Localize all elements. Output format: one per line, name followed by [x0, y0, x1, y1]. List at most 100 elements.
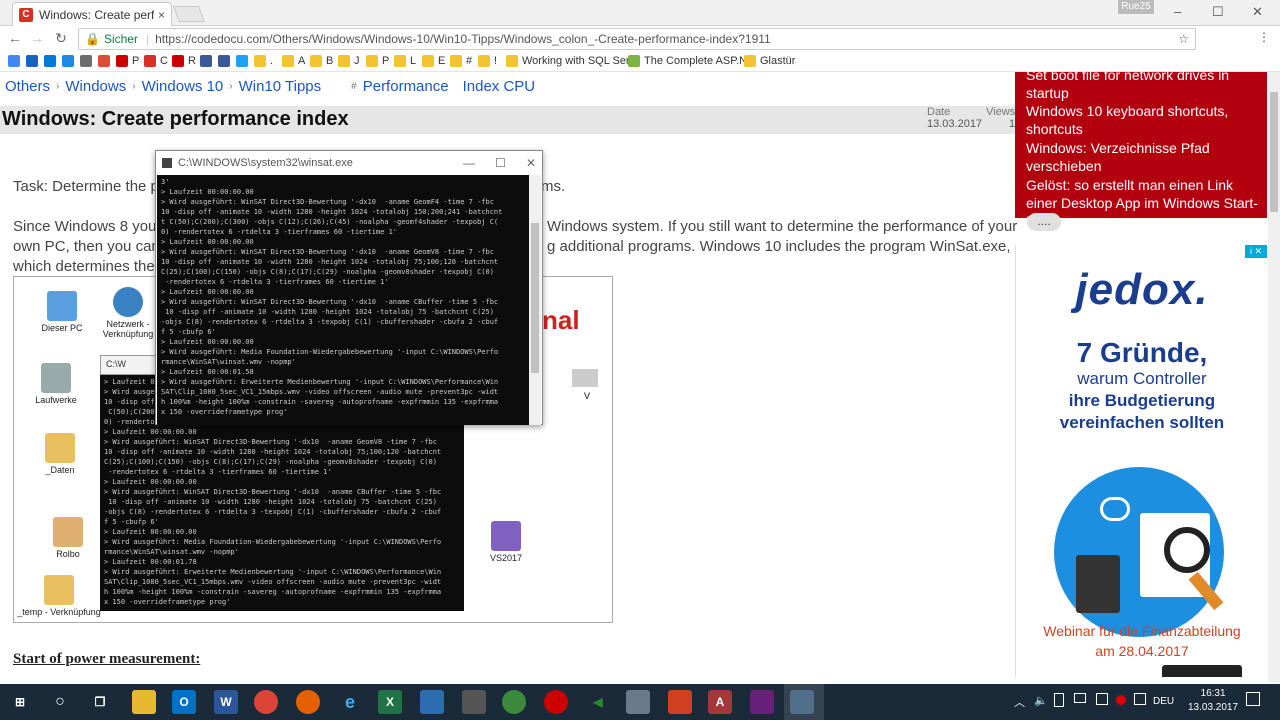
bookmark-item[interactable]: #	[450, 55, 472, 67]
reload-icon[interactable]: ↻	[50, 30, 72, 47]
notifications-icon[interactable]	[1246, 692, 1260, 706]
cortana-icon[interactable]: ○	[48, 690, 72, 714]
breadcrumb-item[interactable]: Others	[5, 78, 50, 95]
forward-arrow-icon[interactable]: →	[26, 30, 48, 46]
bookmark-item[interactable]	[80, 55, 96, 67]
bookmark-item[interactable]	[8, 55, 24, 67]
bookmark-icon	[218, 55, 230, 67]
minimize-button[interactable]: –	[1174, 4, 1181, 19]
app-icon[interactable]	[668, 690, 692, 714]
record-icon[interactable]	[1116, 695, 1126, 705]
taskbar-clock[interactable]: 16:31 13.03.2017	[1188, 687, 1238, 715]
chevron-up-icon[interactable]: ︿	[1014, 694, 1025, 710]
breadcrumb-item[interactable]: Performance	[363, 78, 449, 95]
title-bar: Windows: Create performance index Date 1…	[0, 106, 1015, 134]
advertisement[interactable]: i ✕ jedox. 7 Gründe, warum Controller ih…	[1015, 245, 1267, 677]
bookmark-item[interactable]	[218, 55, 234, 67]
breadcrumb-item[interactable]: Index CPU	[463, 78, 536, 95]
close-window-button[interactable]: ✕	[1252, 4, 1263, 20]
bookmark-item[interactable]: .	[254, 55, 273, 67]
language-indicator[interactable]: DEU	[1153, 696, 1174, 707]
android-studio-icon[interactable]	[502, 690, 526, 714]
sidebar-link[interactable]: Set boot file for network drives in star…	[1026, 66, 1261, 102]
bookmark-item[interactable]	[200, 55, 216, 67]
breadcrumb-item[interactable]: Windows	[65, 78, 126, 95]
task-view-icon[interactable]: ❐	[88, 690, 112, 714]
bookmark-item[interactable]: L	[394, 55, 416, 67]
maximize-button[interactable]: ☐	[1212, 4, 1224, 20]
visual-studio-icon[interactable]	[750, 690, 774, 714]
winsat-console-window[interactable]: C:\WINDOWS\system32\winsat.exe — ☐ ✕ 3' >…	[155, 150, 543, 425]
windows-taskbar: ⊞ ○ ❐ O W e X ◀ A ︿ 🔈 DEU 16:31 13.03.20…	[0, 684, 1280, 720]
volume-icon[interactable]: 🔈	[1034, 694, 1048, 707]
excel-icon[interactable]: X	[378, 690, 402, 714]
bookmark-item[interactable]	[98, 55, 114, 67]
desktop-icon: Dieser PC	[32, 291, 92, 333]
scrollbar-thumb[interactable]	[1270, 92, 1278, 212]
firefox-icon[interactable]	[296, 690, 320, 714]
close-tab-icon[interactable]: ×	[158, 8, 165, 22]
menu-dots-icon[interactable]: ⋮	[1258, 30, 1270, 44]
bookmark-item[interactable]	[44, 55, 60, 67]
ad-close-icon[interactable]: i ✕	[1245, 245, 1267, 258]
windows-start-icon[interactable]: ⊞	[8, 690, 32, 714]
console-scrollbar[interactable]	[529, 175, 541, 425]
minimize-button[interactable]: —	[463, 156, 475, 170]
access-icon[interactable]: A	[708, 690, 732, 714]
new-tab-button[interactable]	[173, 6, 205, 22]
bookmark-item[interactable]: A	[282, 55, 305, 67]
bookmark-item[interactable]	[26, 55, 42, 67]
bookmark-icon	[744, 55, 756, 67]
bookmark-star-icon[interactable]: ☆	[1178, 32, 1189, 46]
breadcrumb-item[interactable]: Win10 Tipps	[239, 78, 322, 95]
bookmark-icon	[254, 55, 266, 67]
outlook-icon[interactable]: O	[172, 690, 196, 714]
sidebar-link[interactable]: Windows 10 keyboard shortcuts, shortcuts	[1026, 102, 1261, 138]
ad-cta-button[interactable]	[1162, 665, 1242, 677]
app-icon[interactable]	[626, 690, 650, 714]
back-arrow-icon[interactable]: ←	[4, 30, 26, 46]
bookmark-icon	[62, 55, 74, 67]
console-line: > Wird ausgeführt: WinSAT Direct3D-Bewer…	[161, 198, 494, 206]
bookmark-item[interactable]	[236, 55, 252, 67]
network-icon[interactable]	[1074, 693, 1086, 703]
tools-icon[interactable]	[462, 690, 486, 714]
bookmark-item[interactable]: E	[422, 55, 445, 67]
page-scrollbar[interactable]	[1268, 72, 1280, 682]
date-label: Date	[927, 106, 951, 118]
bookmark-item[interactable]: C	[144, 55, 168, 67]
address-bar[interactable]: 🔒 Sicher | https://codedocu.com/Others/W…	[78, 28, 1196, 50]
file-explorer-icon[interactable]	[132, 690, 156, 714]
app-icon[interactable]	[420, 690, 444, 714]
bookmark-item[interactable]: R	[172, 55, 196, 67]
bookmark-item[interactable]: The Complete ASP.NE	[628, 55, 754, 67]
profile-button[interactable]: Rue25	[1118, 0, 1154, 14]
display-icon[interactable]	[1096, 693, 1108, 705]
bookmark-item[interactable]: P	[366, 55, 389, 67]
chrome-icon[interactable]	[254, 690, 278, 714]
app-icon[interactable]: ◀	[586, 690, 610, 714]
sidebar-link[interactable]: Windows: Verzeichnisse Pfad verschieben	[1026, 139, 1261, 175]
battery-icon[interactable]	[1054, 693, 1064, 707]
bookmark-item[interactable]: J	[338, 55, 360, 67]
bookmark-item[interactable]: !	[478, 55, 497, 67]
sidebar-link[interactable]: Gelöst: so erstellt man einen Link einer…	[1026, 176, 1261, 230]
bookmark-item[interactable]	[62, 55, 78, 67]
browser-tab[interactable]: C Windows: Create perform ×	[12, 2, 172, 26]
edge-icon[interactable]: e	[338, 690, 362, 714]
bookmark-item[interactable]: Working with SQL Ser	[506, 55, 630, 67]
bookmark-item[interactable]: P	[116, 55, 139, 67]
bookmark-icon	[628, 55, 640, 67]
bookmark-item[interactable]: B	[310, 55, 333, 67]
word-icon[interactable]: W	[214, 690, 238, 714]
recorder-icon[interactable]	[544, 690, 568, 714]
bookmark-item[interactable]: Glastür	[744, 55, 795, 67]
paragraph-line: which determines the	[13, 258, 155, 275]
more-button[interactable]: ....	[1027, 213, 1061, 231]
close-button[interactable]: ✕	[526, 156, 536, 170]
breadcrumb-item[interactable]: Windows 10	[142, 78, 224, 95]
tray-icon[interactable]	[1134, 693, 1146, 705]
maximize-button[interactable]: ☐	[495, 156, 506, 170]
ad-headline: 7 Gründe,	[1076, 337, 1208, 368]
winsat-titlebar[interactable]: C:\WINDOWS\system32\winsat.exe — ☐ ✕	[156, 151, 542, 175]
